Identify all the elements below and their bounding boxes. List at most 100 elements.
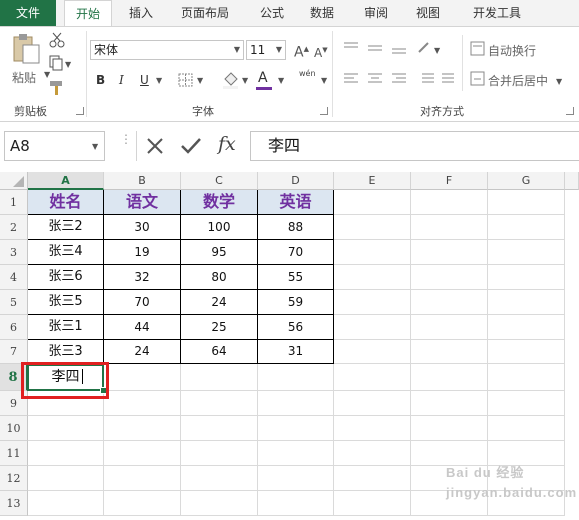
clipboard-launcher-icon[interactable]: [76, 107, 84, 115]
table-cell-b3[interactable]: 19: [104, 240, 181, 265]
wrap-text-button[interactable]: 自动换行: [488, 42, 536, 59]
font-launcher-icon[interactable]: [320, 107, 328, 115]
select-all-corner[interactable]: [0, 172, 28, 190]
cell-d12[interactable]: [258, 466, 334, 491]
cell-c13[interactable]: [181, 491, 258, 516]
cell-e8[interactable]: [334, 364, 411, 391]
row-header-10[interactable]: 10: [0, 416, 28, 441]
name-box-dropdown-icon[interactable]: ▼: [92, 142, 98, 151]
cell-f8[interactable]: [411, 364, 488, 391]
cut-icon[interactable]: [48, 31, 66, 49]
tab-file[interactable]: 文件: [0, 0, 56, 26]
borders-icon[interactable]: [178, 73, 194, 87]
cell-g10[interactable]: [488, 416, 565, 441]
table-cell-b7[interactable]: 24: [104, 340, 181, 364]
table-cell-a7[interactable]: 张三3: [28, 340, 104, 364]
column-header-g[interactable]: G: [488, 172, 565, 190]
table-cell-d4[interactable]: 55: [258, 265, 334, 290]
cell-e2[interactable]: [334, 215, 411, 240]
row-header-3[interactable]: 3: [0, 240, 28, 265]
tab-page-layout[interactable]: 页面布局: [172, 0, 238, 26]
merge-center-button[interactable]: 合并后居中: [488, 72, 548, 89]
underline-dropdown-icon[interactable]: ▼: [156, 73, 162, 89]
phonetic-dropdown-icon[interactable]: ▼: [321, 73, 327, 89]
table-cell-c2[interactable]: 100: [181, 215, 258, 240]
cell-b8[interactable]: [104, 364, 181, 391]
italic-button[interactable]: I: [119, 71, 124, 89]
cell-d13[interactable]: [258, 491, 334, 516]
cell-c8[interactable]: [181, 364, 258, 391]
cell-f9[interactable]: [411, 391, 488, 416]
cell-b12[interactable]: [104, 466, 181, 491]
cell-g5[interactable]: [488, 290, 565, 315]
column-header-c[interactable]: C: [181, 172, 258, 190]
row-header-5[interactable]: 5: [0, 290, 28, 315]
cell-d11[interactable]: [258, 441, 334, 466]
cell-a13[interactable]: [28, 491, 104, 516]
orientation-icon[interactable]: ▼: [416, 39, 446, 57]
column-header-f[interactable]: F: [411, 172, 488, 190]
fill-color-dropdown-icon[interactable]: ▼: [242, 73, 248, 89]
cell-a10[interactable]: [28, 416, 104, 441]
format-painter-icon[interactable]: [48, 79, 66, 97]
paste-label[interactable]: 粘贴: [12, 69, 36, 86]
table-cell-a6[interactable]: 张三1: [28, 315, 104, 340]
table-cell-b6[interactable]: 44: [104, 315, 181, 340]
cell-g4[interactable]: [488, 265, 565, 290]
cell-e6[interactable]: [334, 315, 411, 340]
cell-f4[interactable]: [411, 265, 488, 290]
chevron-down-icon[interactable]: ▼: [234, 41, 240, 59]
column-header-a[interactable]: A: [28, 172, 104, 190]
underline-button[interactable]: U: [140, 71, 149, 89]
cell-c10[interactable]: [181, 416, 258, 441]
copy-icon[interactable]: ▼: [48, 55, 72, 71]
cell-b11[interactable]: [104, 441, 181, 466]
cell-g9[interactable]: [488, 391, 565, 416]
alignment-launcher-icon[interactable]: [566, 107, 574, 115]
wrap-text-icon[interactable]: [470, 41, 486, 57]
increase-font-icon[interactable]: A▲: [294, 41, 309, 61]
fill-color-icon[interactable]: [222, 71, 240, 89]
cell-e11[interactable]: [334, 441, 411, 466]
cell-f6[interactable]: [411, 315, 488, 340]
cell-g3[interactable]: [488, 240, 565, 265]
header-cell-d[interactable]: 英语: [258, 190, 334, 215]
cell-c11[interactable]: [181, 441, 258, 466]
cell-g1[interactable]: [488, 190, 565, 215]
cell-g7[interactable]: [488, 340, 565, 364]
row-header-1[interactable]: 1: [0, 190, 28, 215]
cell-b13[interactable]: [104, 491, 181, 516]
header-cell-c[interactable]: 数学: [181, 190, 258, 215]
cell-d9[interactable]: [258, 391, 334, 416]
cancel-icon[interactable]: [146, 137, 164, 155]
cell-f10[interactable]: [411, 416, 488, 441]
table-cell-c5[interactable]: 24: [181, 290, 258, 315]
font-size-combo[interactable]: 11 ▼: [246, 40, 286, 60]
borders-dropdown-icon[interactable]: ▼: [197, 73, 203, 89]
cell-e12[interactable]: [334, 466, 411, 491]
bold-button[interactable]: B: [96, 71, 105, 89]
cell-f2[interactable]: [411, 215, 488, 240]
table-cell-c4[interactable]: 80: [181, 265, 258, 290]
phonetic-guide-button[interactable]: wén: [299, 69, 316, 78]
cell-f3[interactable]: [411, 240, 488, 265]
row-header-7[interactable]: 7: [0, 340, 28, 364]
name-box[interactable]: A8: [4, 131, 105, 161]
table-cell-a5[interactable]: 张三5: [28, 290, 104, 315]
table-cell-d3[interactable]: 70: [258, 240, 334, 265]
enter-check-icon[interactable]: [180, 137, 202, 155]
column-header-e[interactable]: E: [334, 172, 411, 190]
header-cell-a[interactable]: 姓名: [28, 190, 104, 215]
table-cell-c6[interactable]: 25: [181, 315, 258, 340]
cell-g6[interactable]: [488, 315, 565, 340]
table-cell-c3[interactable]: 95: [181, 240, 258, 265]
table-cell-c7[interactable]: 64: [181, 340, 258, 364]
cell-e3[interactable]: [334, 240, 411, 265]
table-cell-d7[interactable]: 31: [258, 340, 334, 364]
insert-function-button[interactable]: fx: [218, 133, 236, 155]
header-cell-b[interactable]: 语文: [104, 190, 181, 215]
cell-e5[interactable]: [334, 290, 411, 315]
column-header-b[interactable]: B: [104, 172, 181, 190]
cell-g8[interactable]: [488, 364, 565, 391]
table-cell-d2[interactable]: 88: [258, 215, 334, 240]
